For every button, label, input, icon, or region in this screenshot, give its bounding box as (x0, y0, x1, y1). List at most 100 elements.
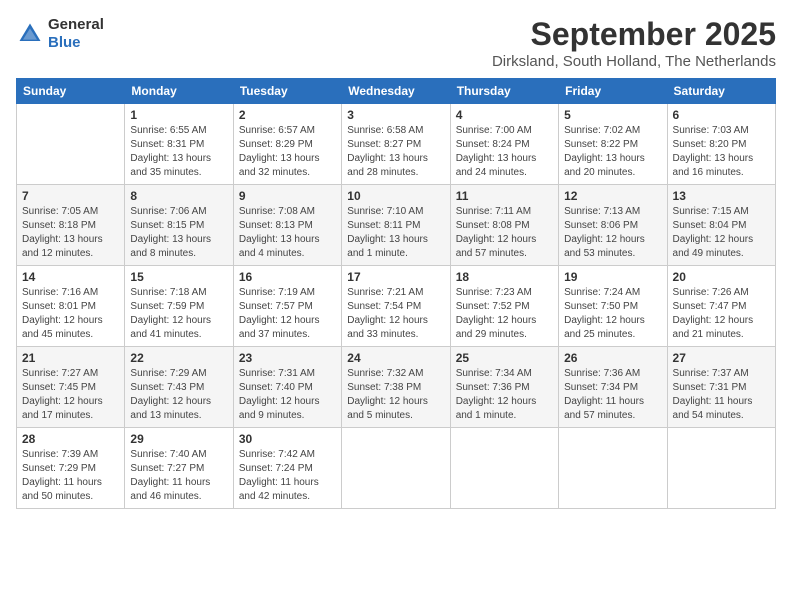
calendar-cell: 10Sunrise: 7:10 AMSunset: 8:11 PMDayligh… (342, 185, 450, 266)
title-block: September 2025 Dirksland, South Holland,… (492, 16, 776, 70)
day-info: Sunrise: 7:18 AMSunset: 7:59 PMDaylight:… (130, 286, 227, 342)
calendar-week-row: 21 Sunrise: 7:27 AMSunset: 7:45 PMDayligh… (17, 347, 776, 428)
day-number: 21 (22, 351, 119, 365)
calendar-cell: 25 Sunrise: 7:34 AMSunset: 7:36 PMDayligh… (450, 347, 558, 428)
logo-blue: Blue (48, 34, 81, 51)
day-number: 29 (130, 432, 227, 446)
calendar-cell: 30 Sunrise: 7:42 AMSunset: 7:24 PMDayligh… (233, 428, 341, 509)
day-info: Sunrise: 7:03 AMSunset: 8:20 PMDaylight:… (673, 124, 770, 180)
day-info: Sunrise: 7:06 AMSunset: 8:15 PMDaylight:… (130, 205, 227, 261)
calendar-cell: 9Sunrise: 7:08 AMSunset: 8:13 PMDaylight… (233, 185, 341, 266)
calendar-cell: 2Sunrise: 6:57 AMSunset: 8:29 PMDaylight… (233, 104, 341, 185)
day-number: 22 (130, 351, 227, 365)
day-number: 15 (130, 270, 227, 284)
day-info: Sunrise: 7:00 AMSunset: 8:24 PMDaylight:… (456, 124, 553, 180)
day-number: 28 (22, 432, 119, 446)
calendar-week-row: 7Sunrise: 7:05 AMSunset: 8:18 PMDaylight… (17, 185, 776, 266)
day-info: Sunrise: 7:23 AMSunset: 7:52 PMDaylight:… (456, 286, 553, 342)
calendar-cell: 15 Sunrise: 7:18 AMSunset: 7:59 PMDayligh… (125, 266, 233, 347)
calendar-cell: 11Sunrise: 7:11 AMSunset: 8:08 PMDayligh… (450, 185, 558, 266)
page-header: General Blue September 2025 Dirksland, S… (16, 16, 776, 70)
calendar-table: SundayMondayTuesdayWednesdayThursdayFrid… (16, 78, 776, 509)
calendar-cell: 7Sunrise: 7:05 AMSunset: 8:18 PMDaylight… (17, 185, 125, 266)
day-info: Sunrise: 7:36 AMSunset: 7:34 PMDaylight:… (564, 367, 661, 423)
calendar-cell: 29 Sunrise: 7:40 AMSunset: 7:27 PMDayligh… (125, 428, 233, 509)
calendar-cell: 28 Sunrise: 7:39 AMSunset: 7:29 PMDayligh… (17, 428, 125, 509)
day-number: 14 (22, 270, 119, 284)
calendar-cell: 12 Sunrise: 7:13 AMSunset: 8:06 PMDayligh… (559, 185, 667, 266)
logo: General Blue (16, 16, 104, 52)
day-number: 8 (130, 189, 227, 203)
day-info: Sunrise: 7:40 AMSunset: 7:27 PMDaylight:… (130, 448, 227, 504)
calendar-cell: 23 Sunrise: 7:31 AMSunset: 7:40 PMDayligh… (233, 347, 341, 428)
day-info: Sunrise: 7:19 AMSunset: 7:57 PMDaylight:… (239, 286, 336, 342)
day-info: Sunrise: 7:31 AMSunset: 7:40 PMDaylight:… (239, 367, 336, 423)
weekday-header: Saturday (667, 79, 775, 104)
calendar-cell: 6 Sunrise: 7:03 AMSunset: 8:20 PMDaylight… (667, 104, 775, 185)
weekday-header: Tuesday (233, 79, 341, 104)
day-info: Sunrise: 7:34 AMSunset: 7:36 PMDaylight:… (456, 367, 553, 423)
day-info: Sunrise: 7:27 AMSunset: 7:45 PMDaylight:… (22, 367, 119, 423)
day-number: 11 (456, 189, 553, 203)
day-number: 3 (347, 108, 444, 122)
logo-general: General (48, 16, 104, 33)
day-number: 5 (564, 108, 661, 122)
day-number: 23 (239, 351, 336, 365)
day-info: Sunrise: 7:21 AMSunset: 7:54 PMDaylight:… (347, 286, 444, 342)
day-info: Sunrise: 7:08 AMSunset: 8:13 PMDaylight:… (239, 205, 336, 261)
weekday-header: Thursday (450, 79, 558, 104)
day-info: Sunrise: 7:37 AMSunset: 7:31 PMDaylight:… (673, 367, 770, 423)
day-number: 30 (239, 432, 336, 446)
weekday-header: Friday (559, 79, 667, 104)
calendar-cell: 20 Sunrise: 7:26 AMSunset: 7:47 PMDayligh… (667, 266, 775, 347)
day-number: 2 (239, 108, 336, 122)
day-info: Sunrise: 7:26 AMSunset: 7:47 PMDaylight:… (673, 286, 770, 342)
calendar-cell (667, 428, 775, 509)
calendar-cell: 21 Sunrise: 7:27 AMSunset: 7:45 PMDayligh… (17, 347, 125, 428)
day-info: Sunrise: 7:05 AMSunset: 8:18 PMDaylight:… (22, 205, 119, 261)
day-number: 6 (673, 108, 770, 122)
calendar-cell: 1Sunrise: 6:55 AMSunset: 8:31 PMDaylight… (125, 104, 233, 185)
day-info: Sunrise: 7:02 AMSunset: 8:22 PMDaylight:… (564, 124, 661, 180)
calendar-cell (559, 428, 667, 509)
calendar-week-row: 14 Sunrise: 7:16 AMSunset: 8:01 PMDayligh… (17, 266, 776, 347)
day-number: 17 (347, 270, 444, 284)
day-number: 25 (456, 351, 553, 365)
calendar-cell: 4 Sunrise: 7:00 AMSunset: 8:24 PMDaylight… (450, 104, 558, 185)
calendar-cell (342, 428, 450, 509)
calendar-cell: 26 Sunrise: 7:36 AMSunset: 7:34 PMDayligh… (559, 347, 667, 428)
day-info: Sunrise: 6:58 AMSunset: 8:27 PMDaylight:… (347, 124, 444, 180)
day-info: Sunrise: 7:39 AMSunset: 7:29 PMDaylight:… (22, 448, 119, 504)
calendar-cell: 13 Sunrise: 7:15 AMSunset: 8:04 PMDayligh… (667, 185, 775, 266)
calendar-cell: 14 Sunrise: 7:16 AMSunset: 8:01 PMDayligh… (17, 266, 125, 347)
calendar-cell (17, 104, 125, 185)
calendar-cell: 27 Sunrise: 7:37 AMSunset: 7:31 PMDayligh… (667, 347, 775, 428)
calendar-cell: 24Sunrise: 7:32 AMSunset: 7:38 PMDayligh… (342, 347, 450, 428)
day-number: 16 (239, 270, 336, 284)
calendar-cell: 16 Sunrise: 7:19 AMSunset: 7:57 PMDayligh… (233, 266, 341, 347)
calendar-week-row: 28 Sunrise: 7:39 AMSunset: 7:29 PMDayligh… (17, 428, 776, 509)
day-info: Sunrise: 7:10 AMSunset: 8:11 PMDaylight:… (347, 205, 444, 261)
day-number: 18 (456, 270, 553, 284)
day-number: 4 (456, 108, 553, 122)
location-title: Dirksland, South Holland, The Netherland… (492, 53, 776, 70)
day-info: Sunrise: 7:16 AMSunset: 8:01 PMDaylight:… (22, 286, 119, 342)
logo-icon (16, 20, 44, 48)
day-number: 13 (673, 189, 770, 203)
day-number: 1 (130, 108, 227, 122)
day-number: 20 (673, 270, 770, 284)
month-title: September 2025 (492, 16, 776, 53)
day-info: Sunrise: 7:32 AMSunset: 7:38 PMDaylight:… (347, 367, 444, 423)
calendar-cell: 3 Sunrise: 6:58 AMSunset: 8:27 PMDaylight… (342, 104, 450, 185)
calendar-cell: 5 Sunrise: 7:02 AMSunset: 8:22 PMDaylight… (559, 104, 667, 185)
day-info: Sunrise: 7:13 AMSunset: 8:06 PMDaylight:… (564, 205, 661, 261)
day-number: 12 (564, 189, 661, 203)
calendar-cell: 8 Sunrise: 7:06 AMSunset: 8:15 PMDaylight… (125, 185, 233, 266)
day-number: 27 (673, 351, 770, 365)
day-info: Sunrise: 7:15 AMSunset: 8:04 PMDaylight:… (673, 205, 770, 261)
day-number: 26 (564, 351, 661, 365)
calendar-cell: 18 Sunrise: 7:23 AMSunset: 7:52 PMDayligh… (450, 266, 558, 347)
day-info: Sunrise: 7:42 AMSunset: 7:24 PMDaylight:… (239, 448, 336, 504)
day-info: Sunrise: 7:29 AMSunset: 7:43 PMDaylight:… (130, 367, 227, 423)
weekday-header: Monday (125, 79, 233, 104)
